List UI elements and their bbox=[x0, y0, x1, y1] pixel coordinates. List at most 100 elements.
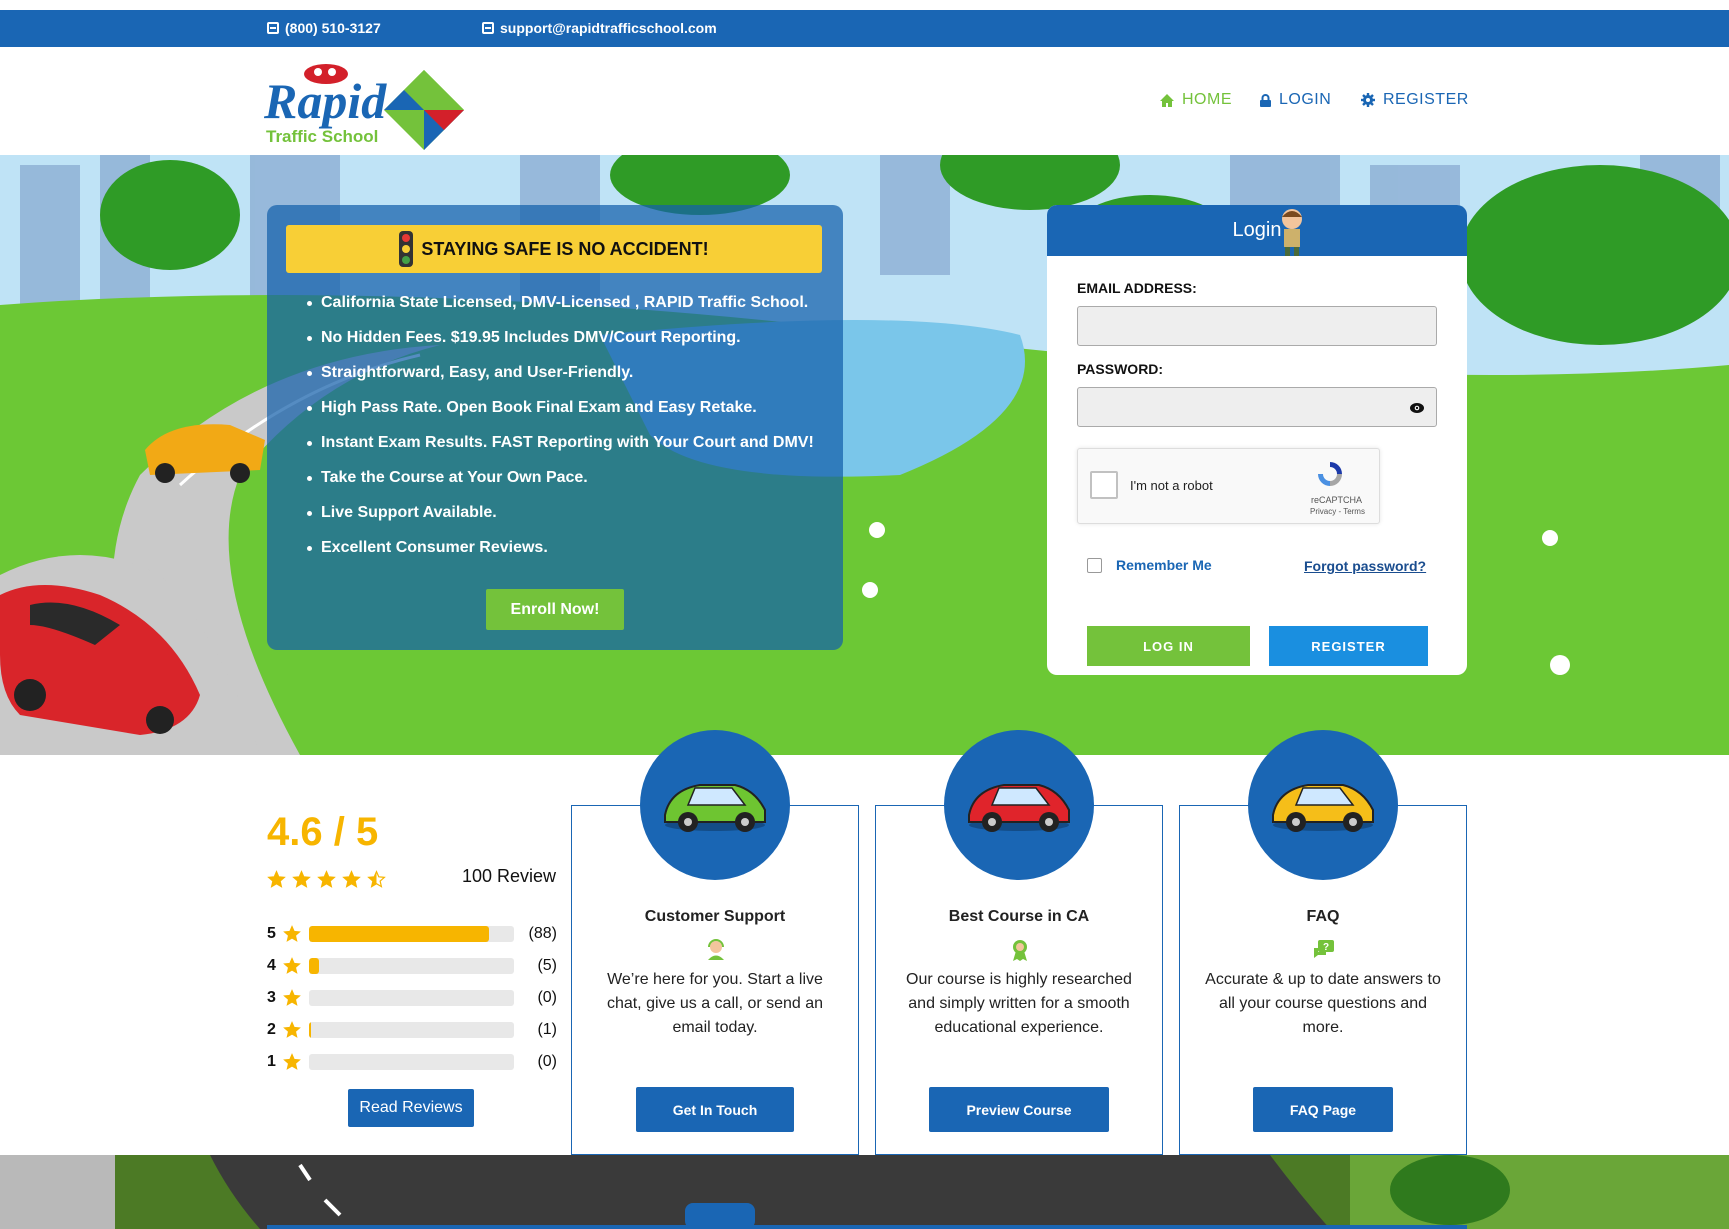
rating-score: 4.6 / 5 bbox=[267, 810, 379, 854]
support-agent-icon bbox=[708, 939, 724, 960]
star-icon bbox=[283, 1053, 301, 1070]
rating-row-stars: 2 bbox=[267, 1021, 276, 1038]
top-contact-bar: (800) 510-3127 support@rapidtrafficschoo… bbox=[0, 10, 1729, 47]
feature-item: Excellent Consumer Reviews. bbox=[307, 538, 827, 573]
card-circle-green-car bbox=[640, 730, 790, 880]
home-icon bbox=[1160, 93, 1174, 107]
login-card: Login EMAIL ADDRESS: PASSWORD: I'm not a… bbox=[1047, 205, 1467, 675]
banner-text: STAYING SAFE IS NO ACCIDENT! bbox=[421, 238, 709, 259]
envelope-icon bbox=[482, 22, 494, 34]
hero-section: STAYING SAFE IS NO ACCIDENT! California … bbox=[0, 155, 1729, 755]
yellow-car-icon bbox=[1272, 784, 1374, 832]
recaptcha-links[interactable]: Privacy - Terms bbox=[1310, 507, 1365, 516]
register-button[interactable]: REGISTER bbox=[1269, 626, 1428, 666]
nav-login[interactable]: LOGIN bbox=[1260, 91, 1331, 109]
lock-icon bbox=[1260, 93, 1271, 107]
nav-login-label: LOGIN bbox=[1279, 91, 1332, 108]
nav-register-label: REGISTER bbox=[1383, 91, 1469, 108]
recaptcha-widget: I'm not a robot reCAPTCHA Privacy - Term… bbox=[1077, 448, 1380, 524]
card-title: FAQ bbox=[1306, 908, 1340, 925]
card-text: Our course is highly researched and simp… bbox=[906, 971, 1132, 1036]
phone-number[interactable]: (800) 510-3127 bbox=[285, 20, 381, 36]
email-contact[interactable]: support@rapidtrafficschool.com bbox=[482, 20, 717, 36]
gear-icon bbox=[1361, 93, 1375, 107]
question-chat-icon: ? bbox=[1314, 940, 1334, 958]
green-car-icon bbox=[664, 784, 766, 832]
site-logo[interactable]: Rapid Traffic School bbox=[263, 60, 474, 150]
rating-row-count: (1) bbox=[537, 1021, 557, 1038]
red-car-icon bbox=[968, 784, 1070, 832]
svg-text:?: ? bbox=[1323, 942, 1329, 953]
show-password-eye-icon[interactable] bbox=[1410, 403, 1424, 413]
rating-row-1: 1 (0) bbox=[267, 1051, 557, 1073]
rating-bar-fill bbox=[309, 958, 320, 974]
star-icon bbox=[367, 870, 386, 888]
feature-item: Instant Exam Results. FAST Reporting wit… bbox=[307, 433, 827, 468]
rating-row-count: (0) bbox=[537, 1053, 557, 1070]
features-panel: STAYING SAFE IS NO ACCIDENT! California … bbox=[267, 205, 843, 650]
log-in-button[interactable]: LOG IN bbox=[1087, 626, 1250, 666]
card-circle-red-car bbox=[944, 730, 1094, 880]
feature-item: High Pass Rate. Open Book Final Exam and… bbox=[307, 398, 827, 433]
star-icon bbox=[283, 989, 301, 1006]
logo-word-rapid: Rapid bbox=[264, 73, 387, 129]
phone-contact[interactable]: (800) 510-3127 bbox=[267, 20, 381, 36]
email-input[interactable] bbox=[1077, 306, 1437, 346]
faq-page-button[interactable]: FAQ Page bbox=[1253, 1087, 1393, 1132]
rating-bar bbox=[309, 926, 514, 942]
site-header: Rapid Traffic School HOME LOGIN REGISTER bbox=[0, 47, 1729, 155]
nav-home-label: HOME bbox=[1182, 91, 1232, 108]
remember-me-label: Remember Me bbox=[1116, 557, 1212, 573]
card-title: Customer Support bbox=[644, 908, 786, 925]
bottom-illustration bbox=[0, 1155, 1729, 1229]
rating-row-4: 4 (5) bbox=[267, 955, 557, 977]
rating-row-2: 2 (1) bbox=[267, 1019, 557, 1041]
email-address[interactable]: support@rapidtrafficschool.com bbox=[500, 20, 717, 36]
rating-row-count: (0) bbox=[537, 989, 557, 1006]
remember-me[interactable]: Remember Me bbox=[1087, 557, 1212, 573]
recaptcha-checkbox[interactable] bbox=[1090, 471, 1118, 499]
rating-row-stars: 1 bbox=[267, 1053, 276, 1070]
star-icon bbox=[283, 1021, 301, 1038]
rating-bar-fill bbox=[309, 1022, 312, 1038]
road-scene bbox=[0, 1155, 1729, 1229]
rating-bar bbox=[309, 990, 514, 1006]
rating-row-3: 3 (0) bbox=[267, 987, 557, 1009]
features-list: California State Licensed, DMV-Licensed … bbox=[307, 293, 827, 573]
login-card-header: Login bbox=[1047, 205, 1467, 256]
star-icon bbox=[317, 870, 336, 888]
card-text: We’re here for you. Start a live chat, g… bbox=[606, 971, 824, 1036]
logo-mark: Rapid Traffic School bbox=[263, 64, 464, 150]
rating-row-count: (88) bbox=[528, 925, 557, 942]
rating-row-stars: 3 bbox=[267, 989, 276, 1006]
rating-bar-fill bbox=[309, 926, 490, 942]
rating-row-5: 5 (88) bbox=[267, 923, 557, 945]
get-in-touch-button[interactable]: Get In Touch bbox=[636, 1087, 794, 1132]
nav-register[interactable]: REGISTER bbox=[1361, 91, 1469, 109]
remember-me-checkbox[interactable] bbox=[1087, 557, 1102, 573]
star-icon bbox=[342, 870, 361, 888]
phone-icon bbox=[267, 22, 279, 34]
logo-word-traffic-school: Traffic School bbox=[266, 127, 378, 146]
rating-row-stars: 5 bbox=[267, 925, 276, 942]
forgot-password-link[interactable]: Forgot password? bbox=[1304, 558, 1426, 574]
rating-row-stars: 4 bbox=[267, 957, 276, 974]
email-label: EMAIL ADDRESS: bbox=[1077, 280, 1197, 296]
safety-banner: STAYING SAFE IS NO ACCIDENT! bbox=[286, 225, 822, 273]
feature-item: California State Licensed, DMV-Licensed … bbox=[307, 293, 827, 328]
nav-home[interactable]: HOME bbox=[1160, 91, 1232, 109]
rating-row-count: (5) bbox=[537, 957, 557, 974]
feature-item: Live Support Available. bbox=[307, 503, 827, 538]
star-icon bbox=[283, 925, 301, 942]
recaptcha-logo-icon bbox=[1318, 462, 1342, 486]
rating-bar bbox=[309, 958, 514, 974]
card-title: Best Course in CA bbox=[948, 908, 1090, 925]
preview-course-button[interactable]: Preview Course bbox=[929, 1087, 1109, 1132]
feature-item: Take the Course at Your Own Pace. bbox=[307, 468, 827, 503]
enroll-now-button[interactable]: Enroll Now! bbox=[486, 589, 624, 630]
hero-illustration bbox=[0, 155, 1729, 755]
rating-stars bbox=[267, 870, 386, 889]
card-circle-yellow-car bbox=[1248, 730, 1398, 880]
read-reviews-button[interactable]: Read Reviews bbox=[348, 1089, 474, 1127]
password-input[interactable] bbox=[1077, 387, 1437, 427]
